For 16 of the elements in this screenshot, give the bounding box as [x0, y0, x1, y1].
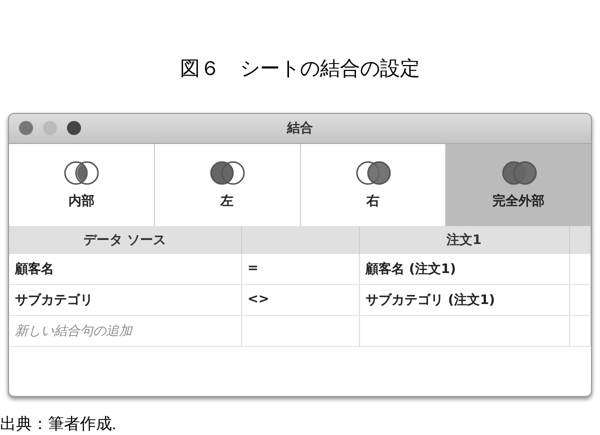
add-clause-link[interactable]: 新しい結合句の追加 — [9, 315, 241, 346]
column-header: データ ソース — [9, 226, 241, 254]
column-header: 注文1 — [359, 226, 569, 254]
table-cell: サブカテゴリ (注文1) — [359, 284, 569, 316]
table-cell: <> — [241, 284, 359, 316]
table-cell: = — [241, 254, 359, 284]
join-type-button[interactable]: 内部 — [9, 144, 155, 226]
table-cell: 顧客名 — [9, 254, 241, 284]
join-type-button[interactable]: 完全外部 — [446, 144, 591, 226]
table-cell: サブカテゴリ — [9, 284, 241, 316]
close-button[interactable] — [19, 121, 33, 136]
source-note: 出典：筆者作成. — [0, 414, 116, 435]
figure-caption: 図６ シートの結合の設定 — [180, 57, 420, 82]
table-cell: 顧客名 (注文1) — [359, 254, 569, 284]
window-title: 結合 — [287, 120, 313, 138]
zoom-button[interactable] — [67, 121, 81, 136]
